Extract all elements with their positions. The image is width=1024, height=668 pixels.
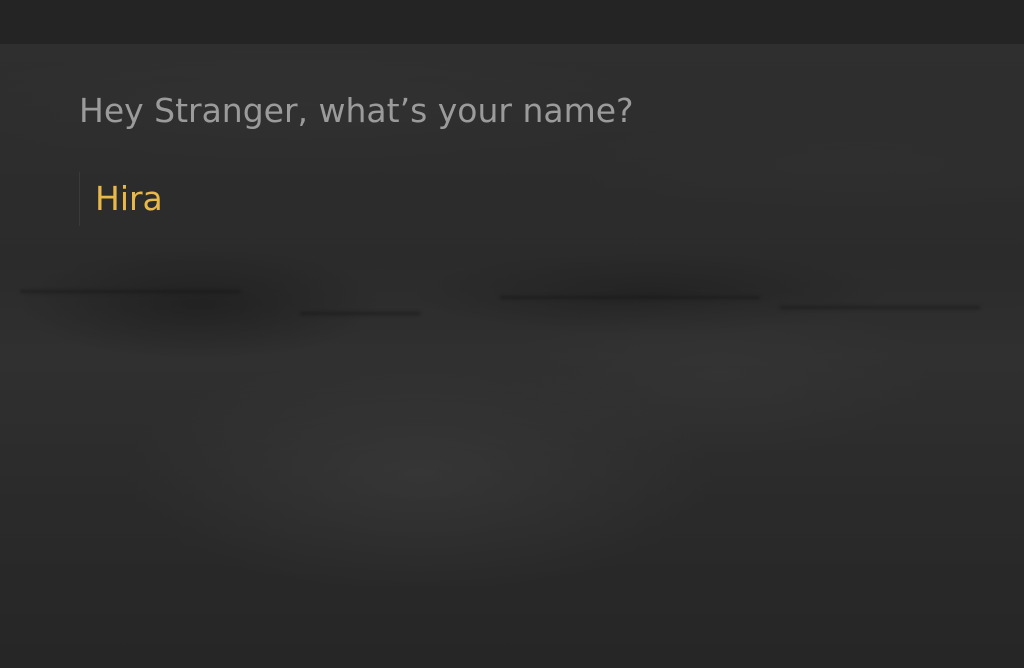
- cloud-streak: [20, 290, 240, 293]
- name-prompt-heading: Hey Stranger, what’s your name?: [79, 91, 634, 130]
- cloud-streak: [780, 306, 980, 309]
- cloud-streak: [300, 312, 420, 315]
- name-input[interactable]: [79, 172, 639, 226]
- cloud-streak: [500, 296, 760, 299]
- cloud-background-image: [0, 44, 1024, 668]
- status-bar: [0, 0, 1024, 44]
